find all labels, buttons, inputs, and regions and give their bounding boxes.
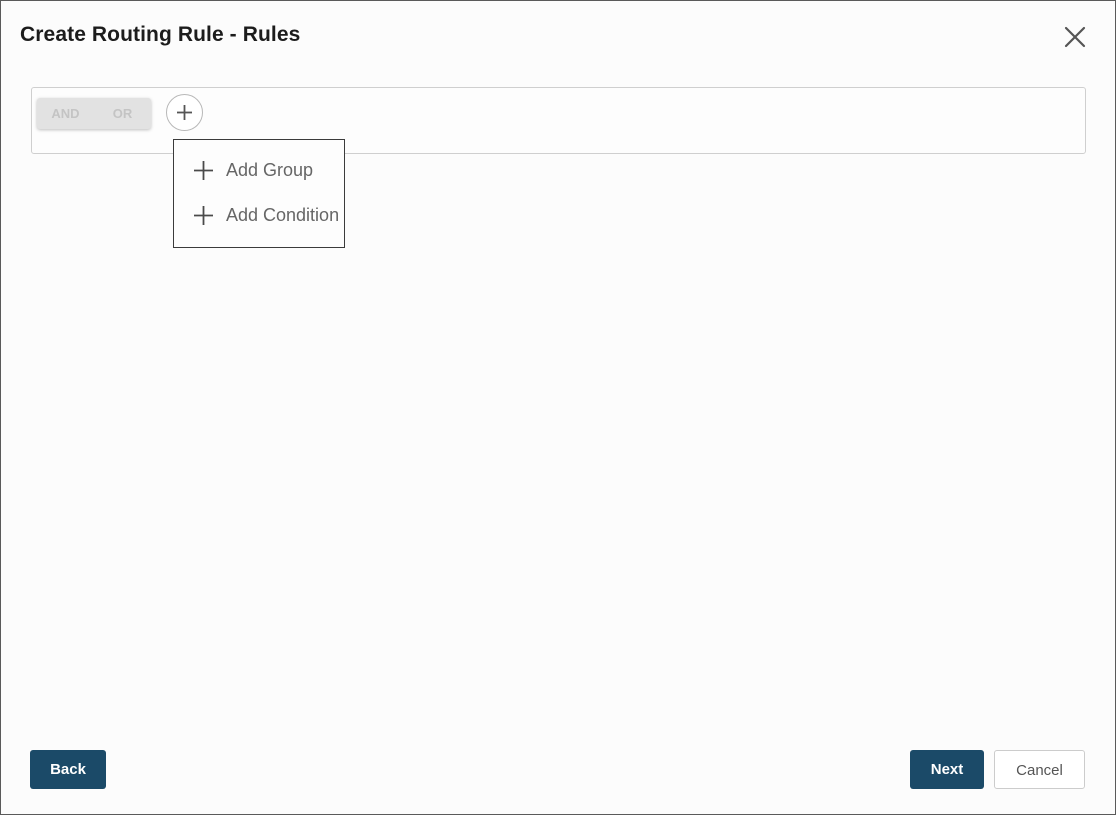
cancel-button[interactable]: Cancel — [994, 750, 1085, 789]
add-menu-dropdown: Add Group Add Condition — [173, 139, 345, 248]
plus-icon — [194, 161, 213, 180]
dialog-title: Create Routing Rule - Rules — [20, 23, 301, 46]
create-routing-rule-dialog: Create Routing Rule - Rules AND OR Add G… — [0, 0, 1116, 815]
add-rule-button[interactable] — [166, 94, 203, 131]
or-option[interactable]: OR — [94, 98, 151, 129]
and-or-toggle[interactable]: AND OR — [37, 98, 151, 129]
plus-icon — [194, 206, 213, 225]
and-option[interactable]: AND — [37, 98, 94, 129]
plus-icon — [177, 105, 192, 120]
menu-item-add-condition[interactable]: Add Condition — [174, 195, 344, 235]
menu-item-label: Add Condition — [226, 205, 340, 225]
next-button[interactable]: Next — [910, 750, 984, 789]
back-button[interactable]: Back — [30, 750, 106, 789]
close-icon[interactable] — [1063, 25, 1087, 49]
menu-item-add-group[interactable]: Add Group — [174, 150, 344, 190]
menu-item-label: Add Group — [226, 160, 314, 180]
